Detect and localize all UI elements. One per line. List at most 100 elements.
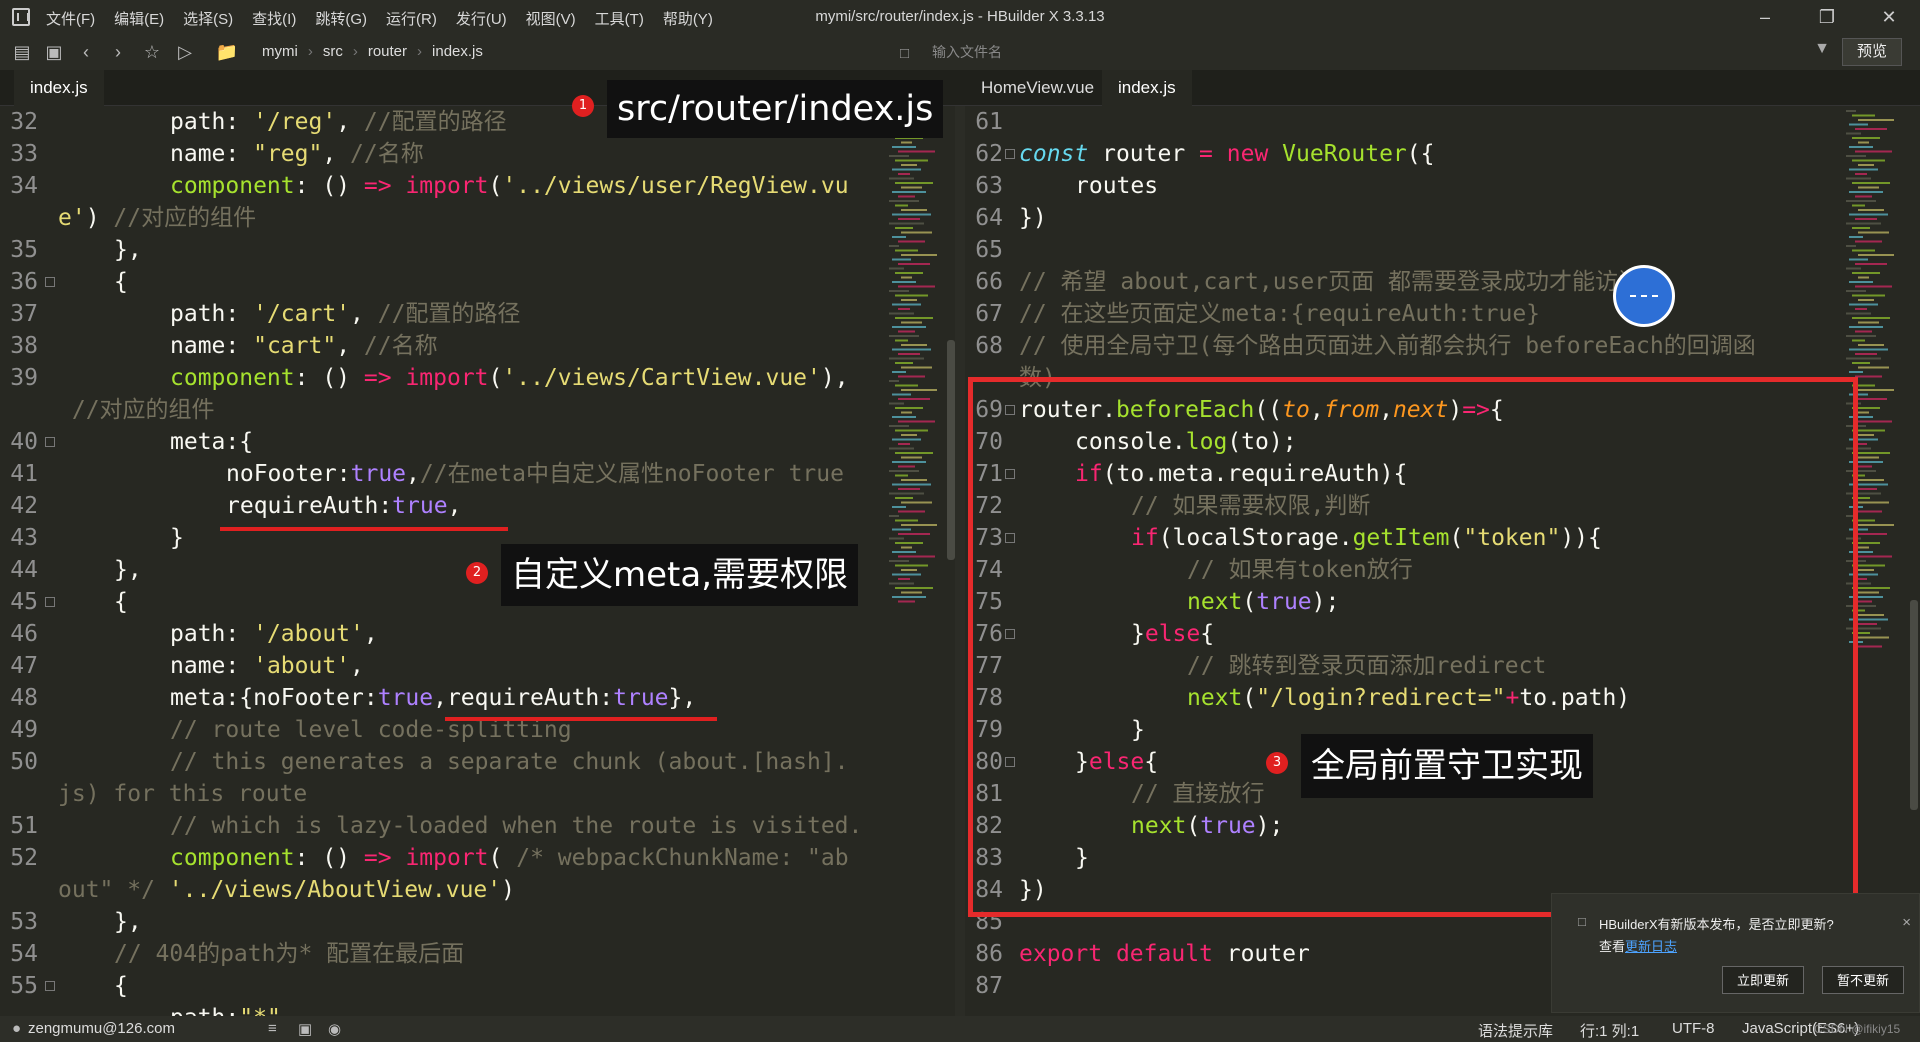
update-now-button[interactable]: 立即更新 [1722, 966, 1804, 994]
code-line[interactable]: 51 // which is lazy-loaded when the route… [0, 810, 955, 842]
breadcrumb-item[interactable]: router [368, 43, 407, 60]
code-line[interactable]: out" */ '../views/AboutView.vue') [0, 874, 955, 906]
terminal-icon[interactable]: ▣ [298, 1020, 312, 1038]
code-line[interactable]: 55 { [0, 970, 955, 1002]
folder-icon[interactable]: 📁 [210, 40, 244, 64]
code-line[interactable]: 34 component: () => import('../views/user… [0, 170, 955, 202]
code-line[interactable]: 64}) [965, 202, 1870, 234]
syntax-library[interactable]: 语法提示库 [1478, 1020, 1553, 1041]
update-notification: □ HBuilderX有新版本发布，是否立即更新? 查看 更新日志 × 立即更新… [1551, 893, 1920, 1013]
code-line[interactable]: 36 { [0, 266, 955, 298]
code-line[interactable]: 41 noFooter:true,//在meta中自定义属性noFooter tr… [0, 458, 955, 490]
forward-icon[interactable]: › [106, 40, 130, 64]
code-line[interactable]: 46 path: '/about', [0, 618, 955, 650]
globe-icon[interactable]: ◉ [328, 1020, 341, 1038]
code-token: : () [294, 845, 364, 871]
menu-item-6[interactable]: 发行(U) [456, 8, 507, 29]
line-number: 86 [975, 941, 1003, 967]
code-line[interactable]: 66 // 希望 about,cart,user页面 都需要登录成功才能访问 [965, 266, 1870, 298]
file-search-input[interactable]: □ 输入文件名 [900, 39, 1420, 65]
code-line[interactable]: 33 name: "reg", //名称 [0, 138, 955, 170]
code-line[interactable]: 62 const router = new VueRouter({ [965, 138, 1870, 170]
code-line[interactable]: 37 path: '/cart', //配置的路径 [0, 298, 955, 330]
menu-item-0[interactable]: 文件(F) [46, 8, 95, 29]
cursor-position[interactable]: 行:1 列:1 [1580, 1020, 1639, 1041]
line-number: 46 [10, 621, 38, 647]
code-line[interactable]: 53}, [0, 906, 955, 938]
code-token: ( [488, 845, 517, 871]
right-scrollbar[interactable] [1910, 600, 1918, 810]
new-file-icon[interactable]: ▤ [10, 40, 34, 64]
code-line[interactable]: 48 meta:{noFooter:true,requireAuth:true}, [0, 682, 955, 714]
code-token: { [114, 973, 128, 999]
code-token: , [350, 653, 364, 679]
fold-toggle-icon[interactable] [45, 277, 55, 287]
code-token: , [363, 621, 378, 647]
code-line[interactable]: 54 // 404的path为* 配置在最后面 [0, 938, 955, 970]
maximize-icon[interactable]: ❐ [1796, 0, 1858, 34]
save-icon[interactable]: ▣ [42, 40, 66, 64]
notification-close-icon[interactable]: × [1902, 914, 1911, 931]
code-token: VueRouter [1282, 141, 1407, 167]
code-line[interactable]: 67 // 在这些页面定义meta:{requireAuth:true} [965, 298, 1870, 330]
tab-index-js[interactable]: index.js [14, 70, 104, 106]
code-line[interactable]: js) for this route [0, 778, 955, 810]
breadcrumb-separator: › [417, 43, 423, 60]
preview-button[interactable]: 预览 [1842, 38, 1902, 66]
code-line[interactable]: 50 // this generates a separate chunk (ab… [0, 746, 955, 778]
menu-item-9[interactable]: 帮助(Y) [663, 8, 713, 29]
code-token: , [350, 301, 378, 327]
code-token: meta:{ [170, 429, 254, 455]
list-icon[interactable]: ≡ [268, 1020, 277, 1037]
menu-item-1[interactable]: 编辑(E) [114, 8, 164, 29]
code-line[interactable]: 35}, [0, 234, 955, 266]
fold-toggle-icon[interactable] [45, 597, 55, 607]
code-line[interactable]: 42 requireAuth:true, [0, 490, 955, 522]
filter-icon[interactable]: ▼ [1814, 40, 1830, 58]
code-token: ( [488, 365, 503, 391]
run-icon[interactable]: ▷ [173, 40, 197, 64]
tab-homeview-vue[interactable]: HomeView.vue [965, 70, 1110, 106]
menu-item-3[interactable]: 查找(I) [252, 8, 296, 29]
changelog-link[interactable]: 更新日志 [1625, 936, 1677, 955]
line-number: 67 [975, 301, 1003, 327]
code-line[interactable]: 68 // 使用全局守卫(每个路由页面进入前都会执行 beforeEach的回调函 [965, 330, 1870, 362]
code-line[interactable]: //对应的组件 [0, 394, 955, 426]
user-account[interactable]: zengmumu@126.com [28, 1020, 175, 1037]
minimize-icon[interactable]: – [1734, 0, 1796, 34]
code-line[interactable]: 40 meta:{ [0, 426, 955, 458]
menu-item-8[interactable]: 工具(T) [595, 8, 644, 29]
file-encoding[interactable]: UTF-8 [1672, 1020, 1715, 1037]
star-icon[interactable]: ☆ [140, 40, 164, 64]
code-line[interactable]: 52 component: () => import( /* webpackChu… [0, 842, 955, 874]
menu-item-7[interactable]: 视图(V) [526, 8, 576, 29]
code-line[interactable]: 61 [965, 106, 1870, 138]
menu-item-4[interactable]: 跳转(G) [315, 8, 367, 29]
breadcrumb-item[interactable]: src [323, 43, 343, 60]
fold-toggle-icon[interactable] [45, 437, 55, 447]
tab-index-js[interactable]: index.js [1102, 70, 1192, 106]
code-line[interactable]: 63 routes [965, 170, 1870, 202]
breadcrumb-item[interactable]: mymi [262, 43, 298, 60]
code-line[interactable]: 39 component: () => import('../views/Cart… [0, 362, 955, 394]
breadcrumb-separator: › [307, 43, 313, 60]
floating-assistant-icon[interactable] [1613, 265, 1675, 327]
code-line[interactable]: 38 name: "cart", //名称 [0, 330, 955, 362]
back-icon[interactable]: ‹ [74, 40, 98, 64]
menu-item-2[interactable]: 选择(S) [183, 8, 233, 29]
later-button[interactable]: 暂不更新 [1822, 966, 1904, 994]
code-token: 'about' [253, 653, 351, 679]
left-minimap[interactable] [885, 106, 945, 706]
menu-item-5[interactable]: 运行(R) [386, 8, 437, 29]
code-token: '../views/CartView.vue' [502, 365, 821, 391]
code-line[interactable]: e') //对应的组件 [0, 202, 955, 234]
code-line[interactable]: 65 [965, 234, 1870, 266]
code-line[interactable]: 47 name: 'about', [0, 650, 955, 682]
pane-divider[interactable] [955, 106, 965, 1016]
left-scrollbar[interactable] [947, 340, 955, 560]
code-line[interactable]: path:"*" [0, 1002, 955, 1016]
close-icon[interactable]: ✕ [1858, 0, 1920, 34]
fold-toggle-icon[interactable] [45, 981, 55, 991]
breadcrumb-item[interactable]: index.js [432, 43, 483, 60]
fold-toggle-icon[interactable] [1005, 149, 1015, 159]
